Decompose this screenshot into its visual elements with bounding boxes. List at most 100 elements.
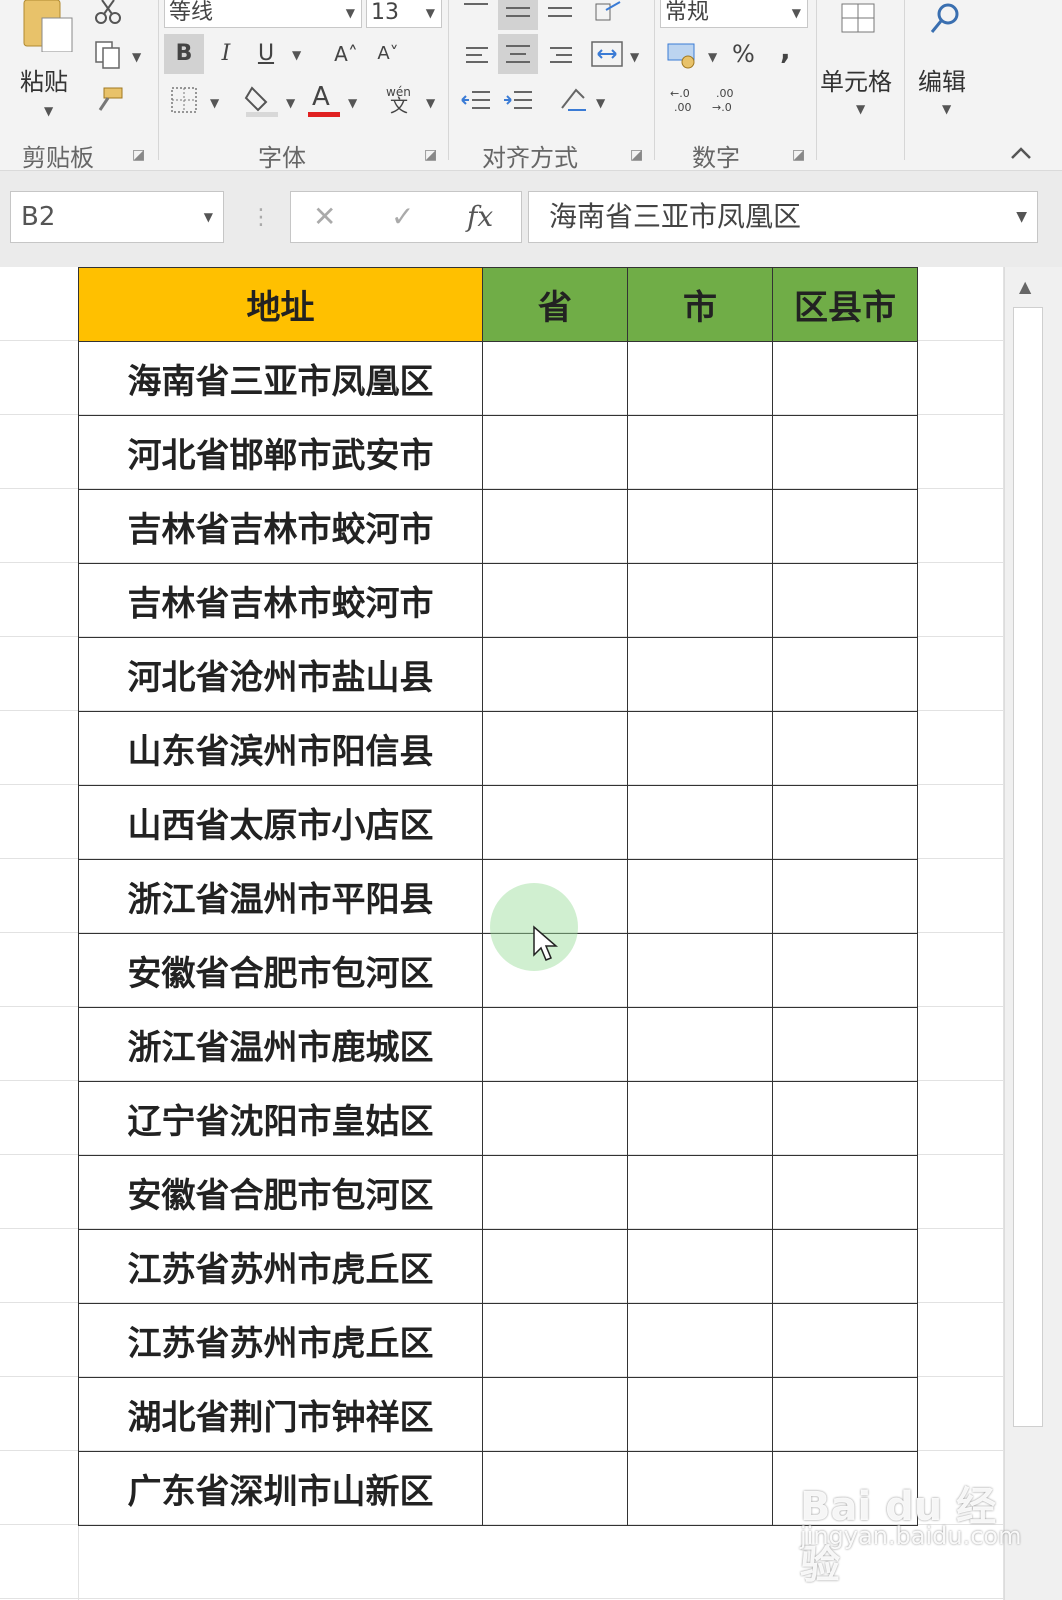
copy-dropdown-icon[interactable]: ▼: [132, 50, 141, 64]
city-cell[interactable]: [627, 1081, 773, 1156]
number-format-combo[interactable]: 常规 ▼: [660, 0, 808, 28]
province-cell[interactable]: [482, 1155, 628, 1230]
district-cell[interactable]: [772, 1303, 918, 1378]
scrollbar-thumb[interactable]: [1013, 307, 1043, 1427]
address-cell[interactable]: 湖北省荆门市钟祥区: [78, 1377, 483, 1452]
cancel-icon[interactable]: ✕: [313, 200, 336, 233]
copy-icon[interactable]: [94, 40, 122, 70]
grow-font-button[interactable]: A˄: [326, 34, 366, 74]
align-middle-button[interactable]: [498, 0, 538, 30]
underline-dropdown-icon[interactable]: ▼: [292, 48, 301, 62]
formula-bar-grip-icon[interactable]: ⋮: [250, 205, 272, 230]
address-cell[interactable]: 吉林省吉林市蛟河市: [78, 489, 483, 564]
phonetic-dropdown-icon[interactable]: ▼: [426, 96, 435, 110]
scissors-icon[interactable]: [94, 0, 122, 26]
fill-color-icon[interactable]: [244, 84, 280, 118]
accounting-dropdown-icon[interactable]: ▼: [708, 50, 717, 64]
formula-input[interactable]: 海南省三亚市凤凰区 ▼: [528, 191, 1038, 243]
district-cell[interactable]: [772, 1229, 918, 1304]
province-cell[interactable]: [482, 711, 628, 786]
city-cell[interactable]: [627, 489, 773, 564]
district-cell[interactable]: [772, 489, 918, 564]
city-cell[interactable]: [627, 1303, 773, 1378]
address-cell[interactable]: 辽宁省沈阳市皇姑区: [78, 1081, 483, 1156]
address-cell[interactable]: 山西省太原市小店区: [78, 785, 483, 860]
font-launcher-icon[interactable]: ◪: [424, 147, 437, 163]
address-cell[interactable]: 江苏省苏州市虎丘区: [78, 1303, 483, 1378]
city-cell[interactable]: [627, 341, 773, 416]
city-cell[interactable]: [627, 637, 773, 712]
province-cell[interactable]: [482, 1007, 628, 1082]
font-color-dropdown-icon[interactable]: ▼: [348, 96, 357, 110]
city-cell[interactable]: [627, 1229, 773, 1304]
address-cell[interactable]: 海南省三亚市凤凰区: [78, 341, 483, 416]
scroll-up-icon[interactable]: ▲: [1019, 277, 1031, 296]
orientation-icon[interactable]: [592, 0, 624, 26]
district-cell[interactable]: [772, 415, 918, 490]
address-cell[interactable]: 吉林省吉林市蛟河市: [78, 563, 483, 638]
align-center-button[interactable]: [498, 34, 538, 74]
city-cell[interactable]: [627, 859, 773, 934]
province-cell[interactable]: [482, 1229, 628, 1304]
comma-style-button[interactable]: ,: [780, 36, 791, 64]
province-cell[interactable]: [482, 563, 628, 638]
province-cell[interactable]: [482, 415, 628, 490]
address-cell[interactable]: 山东省滨州市阳信县: [78, 711, 483, 786]
italic-button[interactable]: I: [206, 34, 246, 74]
city-cell[interactable]: [627, 1451, 773, 1526]
align-top-icon[interactable]: [462, 0, 490, 12]
address-cell[interactable]: 广东省深圳市山新区: [78, 1451, 483, 1526]
font-size-combo[interactable]: 13 ▼: [366, 0, 442, 28]
expand-formula-bar-icon[interactable]: ▼: [1016, 192, 1027, 242]
text-direction-dropdown-icon[interactable]: ▼: [596, 96, 605, 110]
province-cell[interactable]: [482, 637, 628, 712]
underline-button[interactable]: U: [246, 34, 286, 74]
address-cell[interactable]: 江苏省苏州市虎丘区: [78, 1229, 483, 1304]
district-cell[interactable]: [772, 1377, 918, 1452]
district-cell[interactable]: [772, 1007, 918, 1082]
address-cell[interactable]: 河北省沧州市盐山县: [78, 637, 483, 712]
header-address[interactable]: 地址: [78, 267, 483, 342]
address-cell[interactable]: 安徽省合肥市包河区: [78, 1155, 483, 1230]
fill-color-dropdown-icon[interactable]: ▼: [286, 96, 295, 110]
format-painter-icon[interactable]: [94, 86, 124, 114]
district-cell[interactable]: [772, 711, 918, 786]
address-cell[interactable]: 浙江省温州市鹿城区: [78, 1007, 483, 1082]
province-cell[interactable]: [482, 1303, 628, 1378]
district-cell[interactable]: [772, 1155, 918, 1230]
city-cell[interactable]: [627, 785, 773, 860]
percent-button[interactable]: %: [732, 42, 755, 66]
header-city[interactable]: 市: [627, 267, 773, 342]
province-cell[interactable]: [482, 1377, 628, 1452]
text-direction-icon[interactable]: [558, 84, 590, 114]
province-cell[interactable]: [482, 341, 628, 416]
district-cell[interactable]: [772, 563, 918, 638]
accounting-format-icon[interactable]: [666, 40, 700, 70]
alignment-launcher-icon[interactable]: ◪: [630, 147, 643, 163]
district-cell[interactable]: [772, 341, 918, 416]
province-cell[interactable]: [482, 1081, 628, 1156]
insert-function-icon[interactable]: fx: [467, 200, 493, 233]
borders-icon[interactable]: [170, 86, 198, 114]
collapse-ribbon-icon[interactable]: [1010, 146, 1032, 160]
city-cell[interactable]: [627, 563, 773, 638]
number-launcher-icon[interactable]: ◪: [792, 147, 805, 163]
increase-indent-icon[interactable]: [502, 86, 534, 114]
city-cell[interactable]: [627, 711, 773, 786]
address-cell[interactable]: 河北省邯郸市武安市: [78, 415, 483, 490]
city-cell[interactable]: [627, 1377, 773, 1452]
header-district[interactable]: 区县市: [772, 267, 918, 342]
decrease-indent-icon[interactable]: [460, 86, 492, 114]
align-bottom-icon[interactable]: [546, 0, 574, 26]
enter-icon[interactable]: ✓: [391, 200, 414, 233]
merge-center-icon[interactable]: [590, 38, 624, 70]
city-cell[interactable]: [627, 933, 773, 1008]
header-province[interactable]: 省: [482, 267, 628, 342]
district-cell[interactable]: [772, 933, 918, 1008]
font-name-combo[interactable]: 等线 ▼: [164, 0, 362, 28]
city-cell[interactable]: [627, 415, 773, 490]
city-cell[interactable]: [627, 1007, 773, 1082]
district-cell[interactable]: [772, 1081, 918, 1156]
province-cell[interactable]: [482, 1451, 628, 1526]
address-cell[interactable]: 浙江省温州市平阳县: [78, 859, 483, 934]
